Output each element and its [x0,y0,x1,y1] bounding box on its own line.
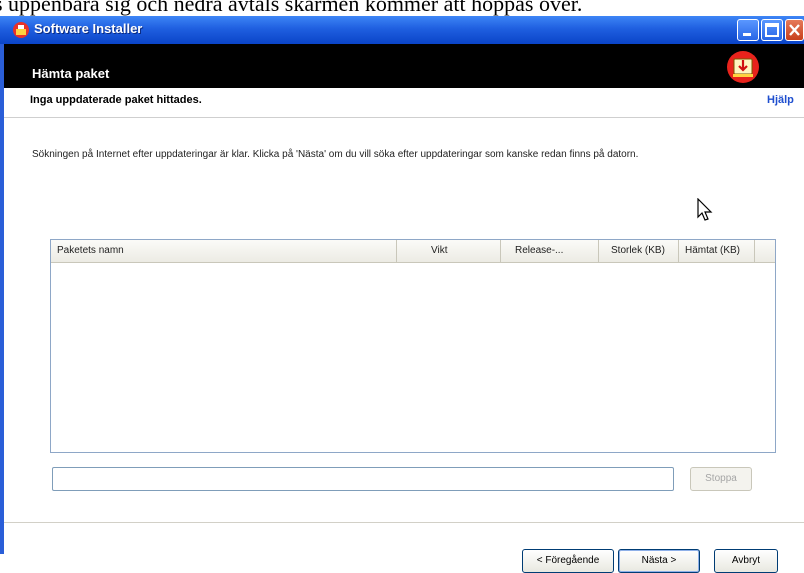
table-body [51,263,775,451]
column-weight[interactable]: Vikt [397,240,501,262]
window-title: Software Installer [34,21,143,36]
help-link[interactable]: Hjälp [767,94,794,106]
divider [4,117,804,118]
mouse-cursor-icon [697,198,713,221]
package-table[interactable]: Paketets namn Vikt Release-... Storlek (… [50,239,776,453]
column-release[interactable]: Release-... [501,240,599,262]
footer-divider [4,522,804,523]
cancel-button[interactable]: Avbryt [714,549,778,573]
title-bar[interactable]: Software Installer [0,16,804,44]
table-header: Paketets namn Vikt Release-... Storlek (… [51,240,775,263]
status-message: Inga uppdaterade paket hittades. [30,94,202,106]
close-icon [789,24,800,36]
column-size[interactable]: Storlek (KB) [599,240,679,262]
client-area: Hämta paket Inga uppdaterade paket hitta… [4,44,804,573]
maximize-icon [765,23,779,37]
column-package-name[interactable]: Paketets namn [51,240,397,262]
stop-button[interactable]: Stoppa [690,467,752,491]
progress-bar [52,467,674,491]
info-text: Sökningen på Internet efter uppdateringa… [32,149,639,160]
next-button[interactable]: Nästa > [618,549,700,573]
download-icon [727,51,759,83]
page-title: Hämta paket [32,66,110,81]
close-button[interactable] [785,19,804,41]
wizard-header: Hämta paket [4,44,804,88]
minimize-icon [743,33,751,36]
back-button[interactable]: < Föregående [522,549,614,573]
overlay-caption-text: s uppenbara sig och nedra avtals skärmen… [0,0,583,16]
column-downloaded[interactable]: Hämtat (KB) [679,240,755,262]
maximize-button[interactable] [761,19,783,41]
app-icon [13,22,29,38]
installer-window: Software Installer Hämta paket Inga uppd… [0,16,804,573]
minimize-button[interactable] [737,19,759,41]
